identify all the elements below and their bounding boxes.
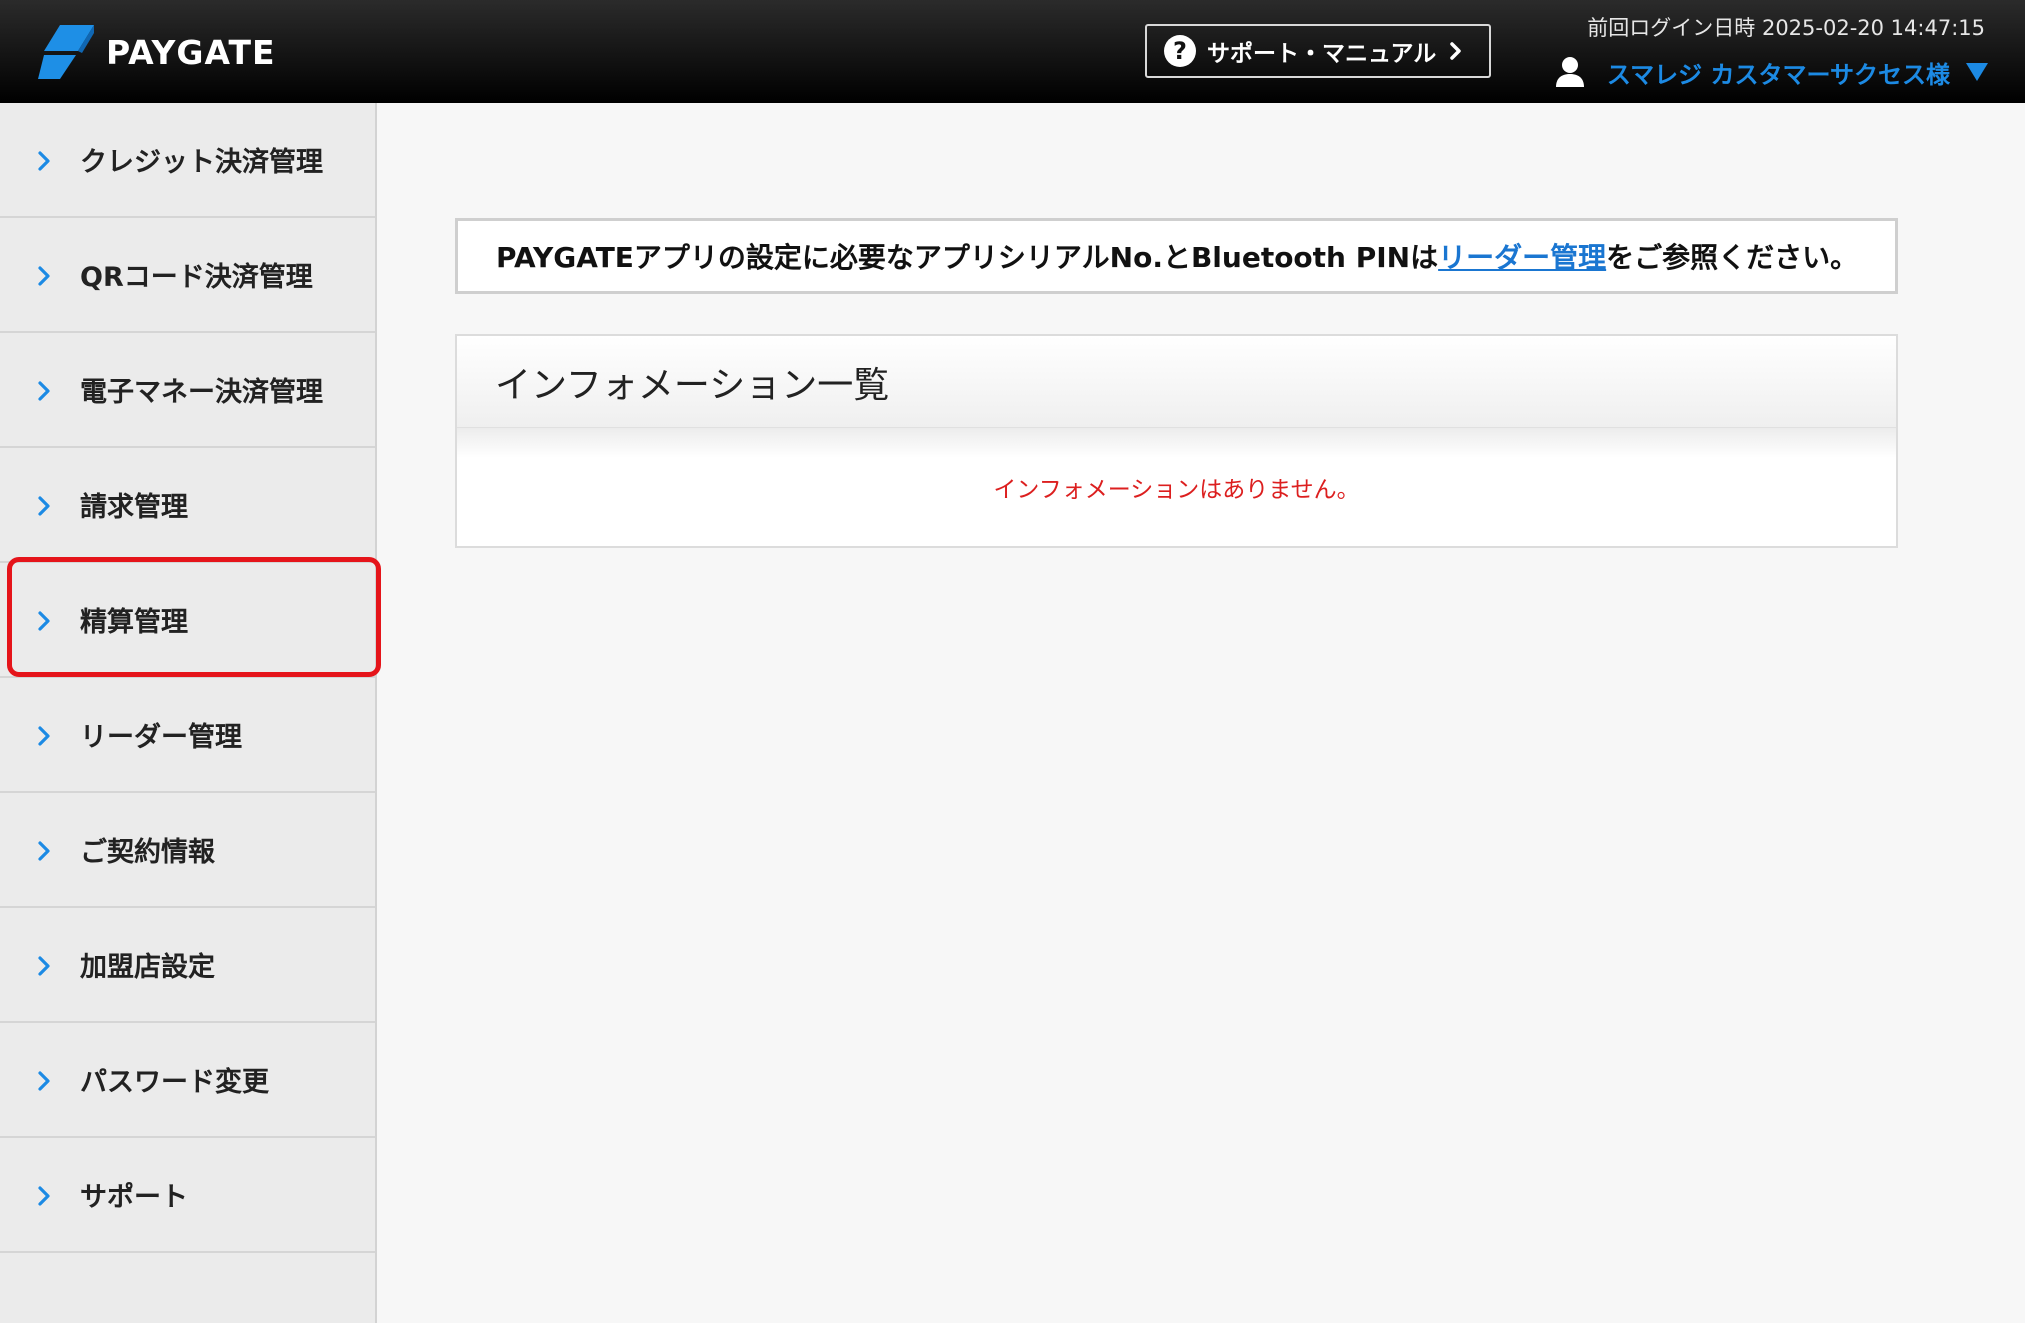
reader-management-link[interactable]: リーダー管理 (1438, 236, 1606, 276)
sidebar-item-label: 加盟店設定 (80, 952, 215, 983)
sidebar-item-label: クレジット決済管理 (80, 147, 323, 178)
chevron-right-icon (38, 381, 50, 401)
sidebar-item-settlement[interactable]: 精算管理 (0, 563, 375, 678)
sidebar-item-label: パスワード変更 (80, 1067, 269, 1098)
sidebar-item-contract[interactable]: ご契約情報 (0, 793, 375, 908)
top-header: PAYGATE ? サポート・マニュアル 前回ログイン日時 2025-02-20… (0, 0, 2025, 103)
chevron-right-icon (38, 266, 50, 286)
sidebar-nav: クレジット決済管理 QRコード決済管理 電子マネー決済管理 請求管理 精算管理 … (0, 103, 377, 1323)
sidebar-item-label: サポート (80, 1182, 188, 1213)
help-icon: ? (1164, 35, 1196, 67)
sidebar-item-password[interactable]: パスワード変更 (0, 1023, 375, 1138)
information-panel: インフォメーション一覧 インフォメーションはありません。 (455, 334, 1898, 548)
reader-notice: PAYGATEアプリの設定に必要なアプリシリアルNo.とBluetooth PI… (455, 218, 1898, 294)
caret-down-icon[interactable] (1966, 63, 1988, 81)
chevron-right-icon (38, 956, 50, 976)
sidebar-item-support[interactable]: サポート (0, 1138, 375, 1253)
sidebar-item-merchant-settings[interactable]: 加盟店設定 (0, 908, 375, 1023)
sidebar-item-label: 電子マネー決済管理 (80, 377, 323, 408)
last-login-time: 前回ログイン日時 2025-02-20 14:47:15 (1587, 16, 1985, 40)
chevron-right-icon (38, 1071, 50, 1091)
sidebar-item-label: QRコード決済管理 (80, 262, 313, 293)
sidebar-item-emoney[interactable]: 電子マネー決済管理 (0, 333, 375, 448)
sidebar-item-label: ご契約情報 (80, 837, 215, 868)
sidebar-item-billing[interactable]: 請求管理 (0, 448, 375, 563)
paygate-logo-icon (38, 25, 94, 79)
support-manual-button[interactable]: ? サポート・マニュアル (1145, 24, 1491, 78)
chevron-right-icon (1450, 42, 1462, 60)
sidebar-item-qr[interactable]: QRコード決済管理 (0, 218, 375, 333)
chevron-right-icon (38, 1186, 50, 1206)
sidebar-item-label: 請求管理 (80, 492, 188, 523)
paygate-logo[interactable]: PAYGATE (38, 25, 276, 79)
chevron-right-icon (38, 611, 50, 631)
chevron-right-icon (38, 151, 50, 171)
notice-suffix: をご参照ください。 (1606, 241, 1859, 274)
logo-text: PAYGATE (106, 32, 276, 72)
empty-message: インフォメーションはありません。 (993, 477, 1360, 503)
chevron-right-icon (38, 726, 50, 746)
user-name[interactable]: スマレジ カスタマーサクセス様 (1607, 55, 1950, 90)
notice-prefix: PAYGATEアプリの設定に必要なアプリシリアルNo.とBluetooth PI… (496, 241, 1439, 274)
information-title: インフォメーション一覧 (457, 336, 1896, 428)
user-menu[interactable]: スマレジ カスタマーサクセス様 (1555, 52, 1988, 92)
sidebar-item-label: 精算管理 (80, 607, 188, 638)
support-manual-label: サポート・マニュアル (1207, 41, 1437, 67)
chevron-right-icon (38, 496, 50, 516)
sidebar-item-label: リーダー管理 (80, 722, 242, 753)
chevron-right-icon (38, 841, 50, 861)
sidebar-item-reader[interactable]: リーダー管理 (0, 678, 375, 793)
user-icon (1555, 57, 1584, 87)
sidebar-item-credit[interactable]: クレジット決済管理 (0, 103, 375, 218)
information-body: インフォメーションはありません。 (457, 428, 1896, 546)
